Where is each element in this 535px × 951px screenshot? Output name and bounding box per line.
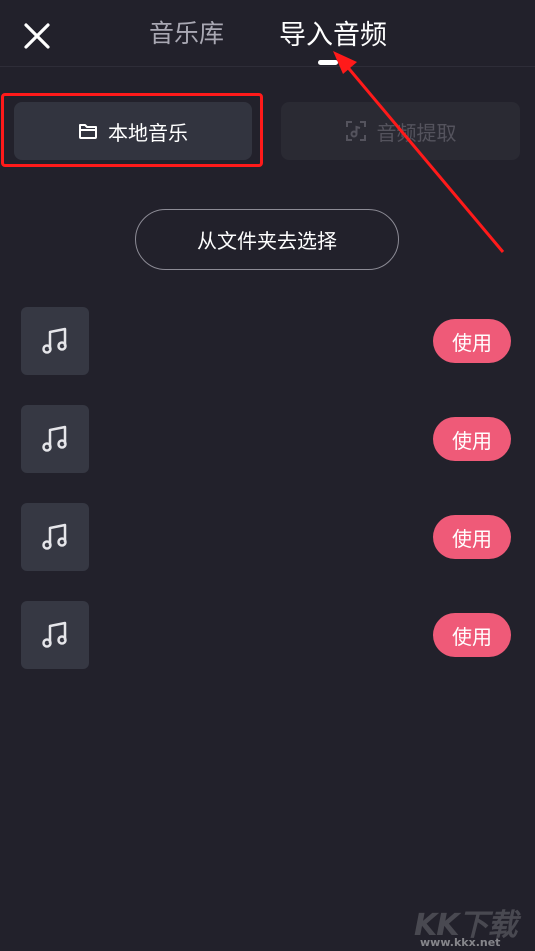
use-button[interactable]: 使用 <box>433 417 511 461</box>
use-button[interactable]: 使用 <box>433 613 511 657</box>
scan-audio-icon <box>345 121 366 141</box>
audio-extract-button[interactable]: 音频提取 <box>281 102 520 160</box>
track-thumbnail <box>21 503 89 571</box>
close-icon[interactable] <box>22 21 52 51</box>
list-item: 使用 <box>0 601 535 669</box>
list-item: 使用 <box>0 307 535 375</box>
list-item: 使用 <box>0 405 535 473</box>
audio-extract-label: 音频提取 <box>376 120 457 145</box>
active-tab-indicator <box>318 60 338 65</box>
choose-from-folder-button[interactable]: 从文件夹去选择 <box>135 209 399 270</box>
tab-import-audio[interactable]: 导入音频 <box>279 13 387 52</box>
music-note-icon <box>42 621 67 648</box>
top-bar: 音乐库 导入音频 <box>0 0 535 67</box>
use-button[interactable]: 使用 <box>433 319 511 363</box>
music-note-icon <box>42 425 67 452</box>
use-button[interactable]: 使用 <box>433 515 511 559</box>
track-thumbnail <box>21 405 89 473</box>
watermark-url: www.kkx.net <box>420 936 501 949</box>
watermark: KK下载 www.kkx.net <box>414 900 529 950</box>
highlight-box <box>1 93 263 167</box>
music-note-icon <box>42 523 67 550</box>
track-thumbnail <box>21 307 89 375</box>
music-note-icon <box>42 327 67 354</box>
track-thumbnail <box>21 601 89 669</box>
list-item: 使用 <box>0 503 535 571</box>
tab-music-library[interactable]: 音乐库 <box>149 14 224 50</box>
